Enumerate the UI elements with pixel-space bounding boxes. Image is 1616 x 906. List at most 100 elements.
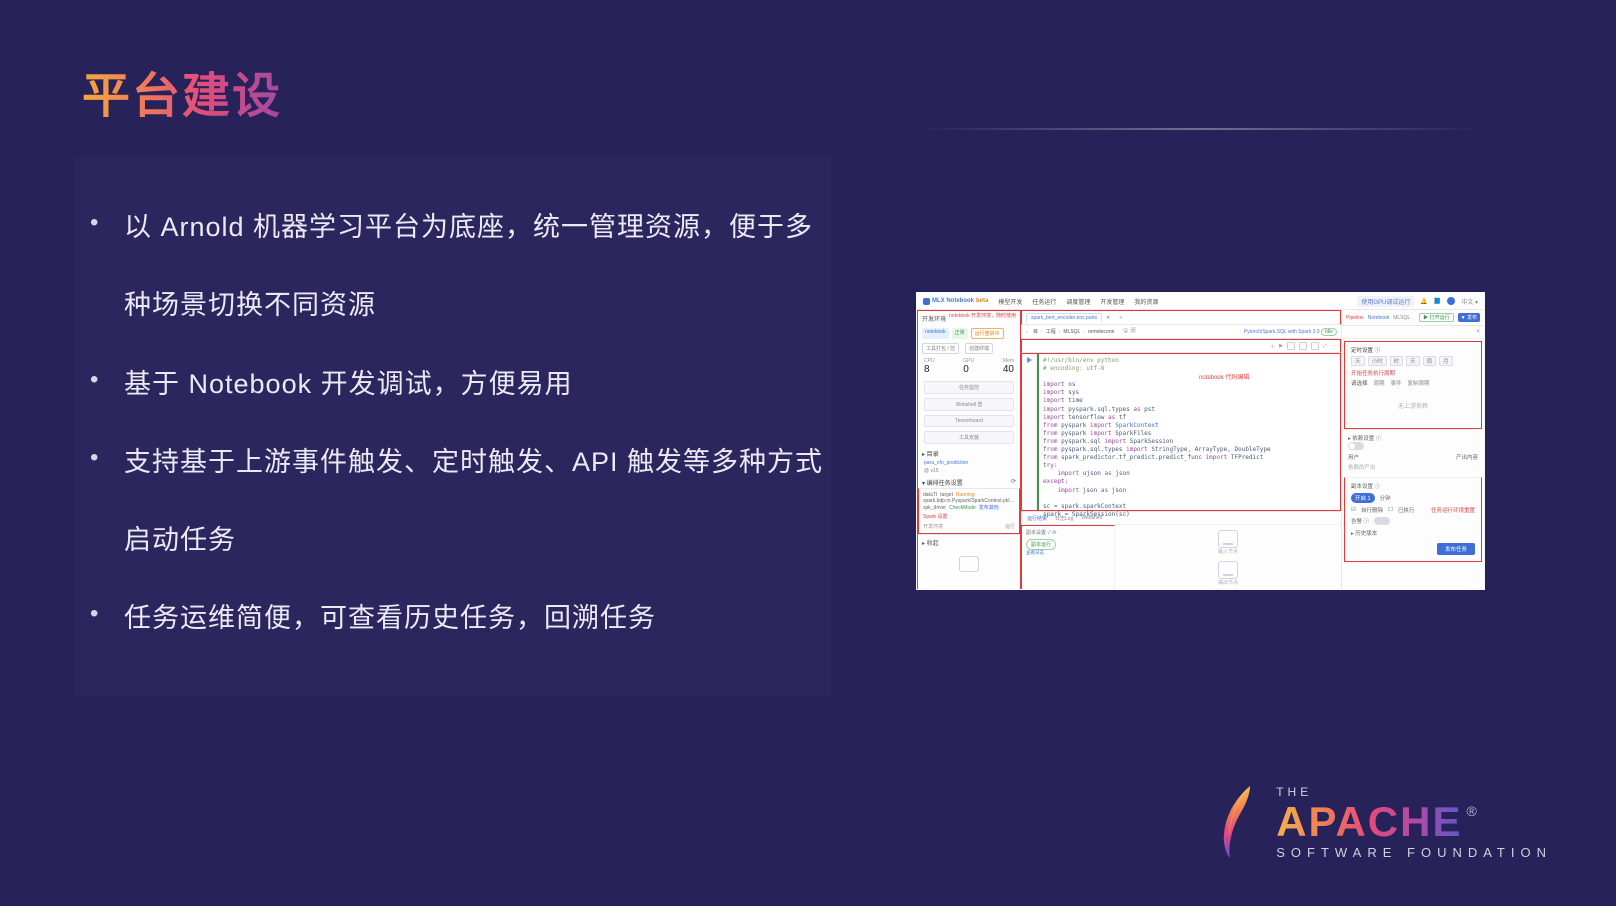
code-cell[interactable]: #!/usr/bin/env python # encoding: utf-8 …	[1021, 353, 1341, 511]
run-icon[interactable]: ▶	[1279, 343, 1283, 349]
chip-notebook[interactable]: notebook	[922, 328, 949, 339]
copy-icon[interactable]	[1299, 342, 1307, 350]
crumb-seg[interactable]: MLSQL	[1063, 329, 1080, 335]
divider-line	[916, 128, 1485, 130]
left-header-title: 开发环境	[922, 314, 946, 323]
chip-status: 正常	[952, 328, 968, 339]
publish-button[interactable]: 发布任务	[1437, 543, 1475, 555]
plus-icon[interactable]: ＋	[1270, 343, 1275, 350]
opt-copy[interactable]: 复制周期	[1408, 379, 1430, 387]
replica-run-pill[interactable]: 副本运行	[1026, 539, 1056, 550]
logo-icon	[923, 298, 930, 305]
tree-item[interactable]: para_nfo_prediction	[918, 459, 1020, 467]
pipeline-section[interactable]: ▾ 编排任务设置 ⟳	[918, 475, 1020, 488]
view-log-link[interactable]: 查看日志	[1026, 550, 1110, 555]
right-close-row: ×	[1342, 326, 1484, 339]
pill-option[interactable]: 小时	[1368, 356, 1387, 366]
spark-settings[interactable]: Spark 设置	[923, 511, 1015, 520]
refresh-icon[interactable]: ⟳	[1052, 530, 1056, 536]
webshell-button[interactable]: Webshell 登	[924, 398, 1014, 411]
copy-icon[interactable]: 🗐	[1131, 328, 1136, 336]
pill-option[interactable]: 周	[1423, 356, 1437, 366]
schedule-note: 开始任务执行周期	[1351, 369, 1475, 377]
tab-add-icon[interactable]: ＋	[1118, 314, 1123, 321]
content-panel: 以 Arnold 机器学习平台为底座，统一管理资源，便于多种场景切换不同资源 基…	[74, 156, 831, 696]
run-cell-icon[interactable]	[1027, 357, 1032, 363]
tensorboard-button[interactable]: Tensorboard	[924, 415, 1014, 427]
kernel-status: Idle	[1321, 328, 1337, 336]
reload-icon[interactable]: ⟳	[1011, 478, 1016, 487]
pill-option[interactable]: 天	[1351, 356, 1365, 366]
nav-item[interactable]: 我的资源	[1134, 297, 1158, 306]
pill-option[interactable]: 时	[1390, 356, 1404, 366]
replica-title: 副本设置 ⓘ	[1351, 482, 1475, 490]
check-executed[interactable]: ☐	[1388, 507, 1393, 513]
publish-link[interactable]: 发布其他	[979, 504, 999, 511]
crumb-seg[interactable]: 目	[1033, 328, 1038, 335]
output-node-icon[interactable]	[1218, 561, 1238, 579]
schedule-opts: 请选择 周期 事件 复制周期	[1351, 379, 1475, 387]
check-autodelete[interactable]: ☑	[1351, 507, 1356, 513]
monitor-button[interactable]: 任务监控	[924, 381, 1014, 394]
paste-icon[interactable]	[1311, 342, 1319, 350]
nav-item[interactable]: 任务运行	[1032, 297, 1056, 306]
user-avatar-icon[interactable]	[1447, 297, 1455, 305]
gpu-chip[interactable]: 使用GPU调试运行	[1357, 296, 1414, 307]
schedule-pills: 天 小时 时 天 周 月	[1351, 356, 1475, 366]
dir-section[interactable]: ▸ 目录	[918, 446, 1020, 459]
product-name: MLX Notebook	[932, 298, 974, 304]
crumb-seg[interactable]: 工程	[1046, 328, 1056, 335]
more-icon[interactable]: ⋯	[1331, 343, 1336, 349]
collapse-section[interactable]: ▸ 收起	[918, 534, 1020, 550]
tab-mlsql[interactable]: MLSQL	[1393, 315, 1410, 321]
history-section[interactable]: ▸ 历史版本	[1351, 529, 1475, 537]
publish-dropdown[interactable]: ▼ 发布	[1458, 313, 1480, 322]
tool-pack-button[interactable]: 工具打包 / 控	[922, 343, 959, 354]
dep-title[interactable]: ▸ 依赖设置 ⓘ	[1348, 434, 1478, 442]
tab-notebook[interactable]: Notebook	[1368, 315, 1389, 321]
cell-toolbar: ＋ ▶ ⤢ ⋯	[1021, 339, 1341, 353]
alert-toggle[interactable]	[1374, 517, 1390, 525]
dependency-panel: ▸ 依赖设置 ⓘ 用户 产出内容 依赖的产出	[1342, 429, 1484, 475]
tab-pipeline[interactable]: Pipeline	[1346, 315, 1364, 321]
tree-item[interactable]: @ v15	[918, 467, 1020, 475]
open-terminal-button[interactable]: 创建终端	[965, 343, 993, 354]
back-icon[interactable]: ←	[1025, 329, 1030, 335]
check-label: 已执行	[1398, 506, 1415, 514]
cut-icon[interactable]	[1287, 342, 1295, 350]
enable-pill[interactable]: 开启 1	[1351, 493, 1375, 503]
opt-event[interactable]: 事件	[1391, 379, 1402, 387]
tab-close-icon[interactable]: ✕	[1106, 315, 1110, 321]
nav-item[interactable]: 调度管理	[1066, 297, 1090, 306]
ss-left-panel: 开发环境 notebook 开发环境，随时使用 notebook 正常 运行重启…	[917, 310, 1021, 590]
nav-item[interactable]: 开发管理	[1100, 297, 1124, 306]
open-run-button[interactable]: ▶ 打开运行	[1419, 313, 1453, 322]
book-icon[interactable]: 📘	[1434, 298, 1441, 305]
dep-toggle[interactable]	[1348, 442, 1364, 450]
left-bottom-block: dataTI target Running spark.bdp.m.Pyspar…	[918, 488, 1020, 534]
bell-icon[interactable]: 🔔	[1420, 298, 1427, 305]
run-gutter[interactable]	[1022, 354, 1037, 510]
checkmode-badge: CheckMode	[949, 505, 976, 511]
crumb-seg[interactable]: remoteconn	[1088, 329, 1114, 335]
tools-install-button[interactable]: 工具安装	[924, 431, 1014, 444]
save-icon[interactable]: 🖫	[1123, 328, 1127, 336]
schedule-panel: 定时设置 ⓘ 天 小时 时 天 周 月 开始任务执行周期 请选择 周期 事件	[1344, 341, 1482, 429]
breadcrumb: ← 目 › 工程 › MLSQL › remoteconn 🖫 🗐	[1025, 328, 1136, 336]
bullet-item: 任务运维简便，可查看历史任务，回溯任务	[74, 579, 831, 657]
bottom-panel: 运行结果 日志Log Webshell 副本设置 ✓ ⟳ 副本运行 查看日志	[1021, 511, 1341, 590]
pill-option[interactable]: 月	[1439, 356, 1453, 366]
kernel-label[interactable]: Pytorch/Spark.SQL with Spark 3.0	[1244, 329, 1320, 335]
help-icon[interactable]: 中文 ▾	[1461, 297, 1478, 306]
graph-canvas[interactable]: 输入节点 输出节点	[1115, 525, 1341, 590]
nav-item[interactable]: 模型开发	[998, 297, 1022, 306]
chip-restart[interactable]: 运行重启中	[971, 328, 1004, 339]
close-icon[interactable]: ×	[1476, 329, 1480, 335]
col-user: 用户	[1348, 453, 1359, 461]
input-node-icon[interactable]	[1218, 530, 1238, 548]
expand-icon[interactable]: ⤢	[1323, 343, 1327, 349]
opt-period[interactable]: 周期	[1374, 379, 1385, 387]
code-editor[interactable]: #!/usr/bin/env python # encoding: utf-8 …	[1037, 354, 1340, 510]
editor-tab[interactable]: spark_bert_encoder.enc.parts	[1026, 313, 1102, 322]
pill-option[interactable]: 天	[1406, 356, 1420, 366]
